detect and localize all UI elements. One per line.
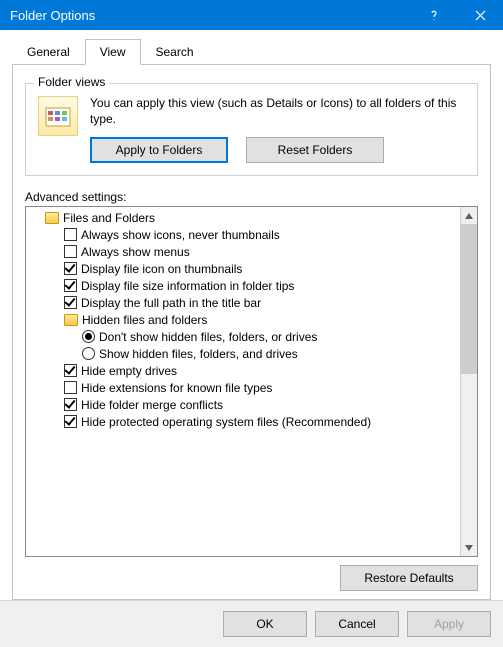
checkbox[interactable] [64,245,77,258]
folder-views-desc: You can apply this view (such as Details… [90,96,465,127]
tab-general[interactable]: General [12,39,85,65]
scrollbar[interactable] [460,207,477,556]
scroll-down-button[interactable] [461,539,477,556]
tree-item[interactable]: Display file size information in folder … [30,277,456,294]
checkbox[interactable] [64,381,77,394]
folder-views-title: Folder views [34,75,109,89]
advanced-settings-label: Advanced settings: [25,190,478,204]
apply-to-folders-button[interactable]: Apply to Folders [90,137,228,163]
checkbox[interactable] [64,228,77,241]
tree-item[interactable]: Hide protected operating system files (R… [30,413,456,430]
scroll-track[interactable] [461,374,477,539]
close-button[interactable] [457,0,503,30]
help-button[interactable] [411,0,457,30]
folder-icon [64,314,78,326]
tree-item[interactable]: Hide empty drives [30,362,456,379]
checkbox[interactable] [64,279,77,292]
cancel-button[interactable]: Cancel [315,611,399,637]
tree-item[interactable]: Always show icons, never thumbnails [30,226,456,243]
tree-item[interactable]: Always show menus [30,243,456,260]
scroll-up-button[interactable] [461,207,477,224]
apply-button[interactable]: Apply [407,611,491,637]
folder-views-group: Folder views You can apply this view (su… [25,83,478,176]
tree-item[interactable]: Hide folder merge conflicts [30,396,456,413]
tree-root: Files and Folders [30,209,456,226]
restore-defaults-button[interactable]: Restore Defaults [340,565,478,591]
view-panel: Folder views You can apply this view (su… [12,65,491,600]
advanced-settings-tree: Files and Folders Always show icons, nev… [25,206,478,557]
ok-button[interactable]: OK [223,611,307,637]
tree-radio-item[interactable]: Show hidden files, folders, and drives [30,345,456,362]
tree-item[interactable]: Display the full path in the title bar [30,294,456,311]
scroll-thumb[interactable] [461,224,477,374]
tree-group-hidden: Hidden files and folders [30,311,456,328]
folder-icon [45,212,59,224]
folder-views-icon [38,96,78,136]
radio[interactable] [82,347,95,360]
window-title: Folder Options [10,8,411,23]
checkbox[interactable] [64,296,77,309]
tree-item[interactable]: Hide extensions for known file types [30,379,456,396]
titlebar[interactable]: Folder Options [0,0,503,30]
reset-folders-button[interactable]: Reset Folders [246,137,384,163]
checkbox[interactable] [64,415,77,428]
content-area: General View Search Folder views You can… [0,30,503,600]
tree-radio-item[interactable]: Don't show hidden files, folders, or dri… [30,328,456,345]
checkbox[interactable] [64,262,77,275]
tab-search[interactable]: Search [141,39,209,65]
tree-item[interactable]: Display file icon on thumbnails [30,260,456,277]
radio[interactable] [82,330,95,343]
tab-view[interactable]: View [85,39,141,65]
tab-strip: General View Search [12,38,491,65]
checkbox[interactable] [64,398,77,411]
checkbox[interactable] [64,364,77,377]
dialog-button-bar: OK Cancel Apply [0,600,503,647]
